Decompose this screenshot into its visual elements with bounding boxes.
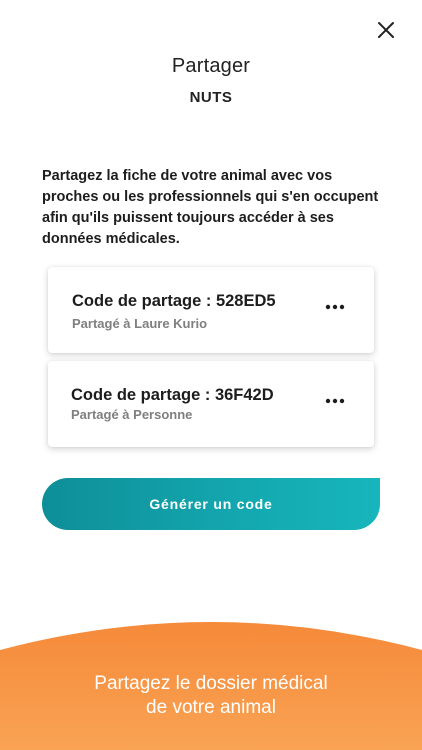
generate-code-button[interactable]: Générer un code: [42, 478, 380, 530]
share-code-menu-button[interactable]: [322, 391, 348, 411]
shared-with-label: Partagé à Personne: [71, 407, 193, 422]
banner-text: Partagez le dossier médical de votre ani…: [0, 672, 422, 720]
share-code-card: Code de partage : 528ED5 Partagé à Laure…: [48, 267, 374, 353]
share-description: Partagez la fiche de votre animal avec v…: [42, 168, 379, 247]
shared-with-label: Partagé à Laure Kurio: [72, 316, 208, 331]
close-icon: [378, 22, 394, 38]
share-code-label: Code de partage : 528ED5: [72, 292, 276, 310]
banner-text-line-2: de votre animal: [146, 697, 276, 718]
page-title: Partager: [171, 55, 251, 77]
pet-name: NUTS: [189, 89, 233, 106]
share-code-card: Code de partage : 36F42D Partagé à Perso…: [48, 361, 374, 447]
share-code-label: Code de partage : 36F42D: [71, 386, 274, 404]
banner-text-line-1: Partagez le dossier médical: [94, 673, 328, 694]
more-icon: [325, 304, 345, 310]
promo-banner: Partagez le dossier médical de votre ani…: [0, 612, 422, 750]
share-code-menu-button[interactable]: [322, 297, 348, 317]
close-button[interactable]: [374, 18, 398, 42]
more-icon: [325, 398, 345, 404]
